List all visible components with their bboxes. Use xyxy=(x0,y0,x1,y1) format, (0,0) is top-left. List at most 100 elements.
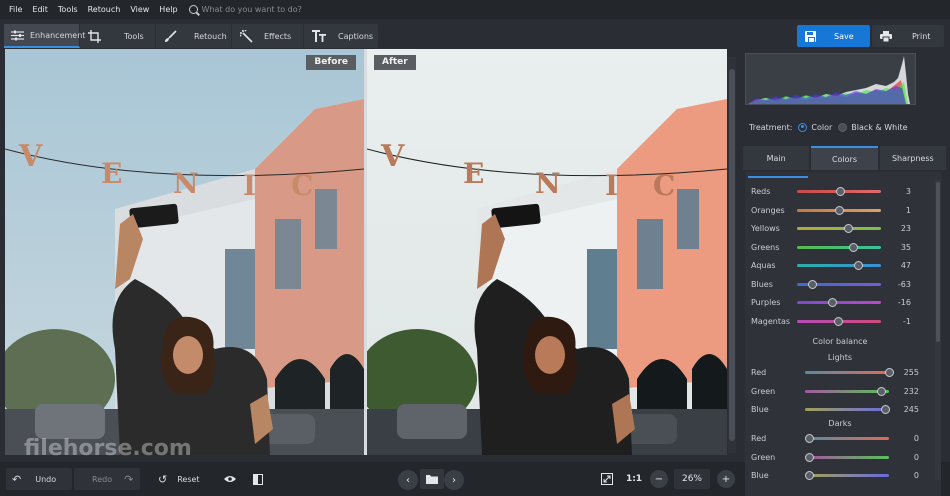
text-icon xyxy=(311,29,326,43)
photo-scrollbar[interactable] xyxy=(728,57,736,453)
zoom-out-button[interactable]: − xyxy=(650,470,668,488)
slider-track[interactable] xyxy=(805,370,889,374)
slider-knob[interactable] xyxy=(884,367,894,377)
slider-knob[interactable] xyxy=(804,470,814,480)
tab-effects[interactable]: Effects xyxy=(232,24,304,48)
slider-yellows: Yellows 23 xyxy=(751,221,911,235)
slider-knob[interactable] xyxy=(804,433,814,443)
search-input[interactable] xyxy=(201,5,362,14)
sign-letter-n: N xyxy=(535,167,561,200)
treatment-color-radio[interactable] xyxy=(798,122,808,132)
tab-tools-label: Tools xyxy=(124,31,144,41)
tab-captions[interactable]: Captions xyxy=(304,24,378,48)
slider-reds: Reds 3 xyxy=(751,184,911,198)
tab-enhancement[interactable]: Enhancement xyxy=(4,24,85,48)
slider-track[interactable] xyxy=(809,455,889,459)
menu-view[interactable]: View xyxy=(125,0,154,19)
menu-help[interactable]: Help xyxy=(154,0,182,19)
slider-label: Blue xyxy=(751,404,769,414)
tab-enhancement-label: Enhancement xyxy=(30,30,86,40)
slider-track[interactable] xyxy=(805,407,889,411)
slider-knob[interactable] xyxy=(808,279,818,289)
slider-knob[interactable] xyxy=(834,205,844,215)
slider-green: Green 0 xyxy=(751,450,919,464)
zoom-actual-size-button[interactable]: 1:1 xyxy=(623,469,645,489)
chevron-right-icon: › xyxy=(452,474,456,486)
treatment-color-label[interactable]: Color xyxy=(811,123,832,132)
menu-edit[interactable]: Edit xyxy=(27,0,53,19)
preview-button[interactable] xyxy=(220,468,240,490)
slider-value: 255 xyxy=(903,367,919,377)
sign-letter-i: I xyxy=(605,169,619,202)
tab-colors[interactable]: Colors xyxy=(811,146,878,170)
photo-scrollbar-thumb[interactable] xyxy=(729,69,735,441)
slider-oranges: Oranges 1 xyxy=(751,203,911,217)
tab-tools[interactable]: Tools xyxy=(80,24,156,48)
minus-icon: − xyxy=(654,473,664,485)
next-photo-button[interactable]: › xyxy=(444,470,464,490)
slider-track[interactable] xyxy=(797,300,881,304)
open-folder-button[interactable] xyxy=(420,469,444,489)
sign-letter-e: E xyxy=(463,157,485,190)
slider-blues: Blues -63 xyxy=(751,277,911,291)
slider-track[interactable] xyxy=(809,436,889,440)
redo-label: Redo xyxy=(92,474,113,484)
slider-value: -63 xyxy=(897,279,911,289)
redo-button[interactable]: Redo ↷ xyxy=(74,468,140,490)
slider-knob[interactable] xyxy=(835,186,845,196)
reset-label: Reset xyxy=(177,474,200,484)
slider-knob[interactable] xyxy=(844,223,854,233)
slider-knob[interactable] xyxy=(876,386,886,396)
zoom-level[interactable]: 26% xyxy=(674,469,710,489)
reset-button[interactable]: ↺ Reset xyxy=(152,468,210,490)
after-photo: V E N I C After xyxy=(367,49,727,455)
lights-label: Lights xyxy=(827,353,853,362)
previous-photo-button[interactable]: ‹ xyxy=(398,470,418,490)
fit-screen-icon xyxy=(601,473,613,485)
darks-label: Darks xyxy=(828,419,852,428)
menu-tools[interactable]: Tools xyxy=(53,0,83,19)
tab-sharpness[interactable]: Sharpness xyxy=(879,146,946,170)
slider-track[interactable] xyxy=(797,263,881,267)
save-button[interactable]: Save xyxy=(797,25,870,47)
treatment-bw-radio[interactable] xyxy=(838,122,848,132)
slider-knob[interactable] xyxy=(849,242,859,252)
slider-track[interactable] xyxy=(809,473,889,477)
fit-screen-button[interactable] xyxy=(597,469,617,489)
slider-knob[interactable] xyxy=(854,260,864,270)
slider-knob[interactable] xyxy=(881,404,891,414)
menu-file[interactable]: File xyxy=(4,0,27,19)
before-label: Before xyxy=(306,55,356,70)
tab-retouch[interactable]: Retouch xyxy=(156,24,232,48)
zoom-in-button[interactable]: + xyxy=(717,470,735,488)
panel-scrollbar-thumb[interactable] xyxy=(936,182,940,342)
slider-label: Purples xyxy=(751,297,781,307)
menu-retouch[interactable]: Retouch xyxy=(83,0,126,19)
sign-letter-v: V xyxy=(381,139,405,174)
tab-effects-label: Effects xyxy=(264,31,292,41)
slider-knob[interactable] xyxy=(804,452,814,462)
panel-tabs: Main Colors Sharpness xyxy=(743,146,946,170)
panel-scrollbar[interactable] xyxy=(935,180,941,480)
print-button[interactable]: Print xyxy=(872,25,944,47)
treatment-label: Treatment: xyxy=(749,122,793,132)
slider-label: Magentas xyxy=(751,316,791,326)
floppy-disk-icon xyxy=(805,30,816,43)
undo-button[interactable]: ↶ Undo xyxy=(6,468,72,490)
slider-red: Red 0 xyxy=(751,431,919,445)
slider-purples: Purples -16 xyxy=(751,295,911,309)
slider-track[interactable] xyxy=(797,226,881,230)
slider-knob[interactable] xyxy=(827,297,837,307)
compare-button[interactable] xyxy=(248,468,268,490)
treatment-bw-label[interactable]: Black & White xyxy=(851,123,907,132)
chevron-left-icon: ‹ xyxy=(406,474,410,486)
tab-captions-label: Captions xyxy=(338,31,374,41)
slider-track[interactable] xyxy=(797,245,881,249)
slider-knob[interactable] xyxy=(834,316,844,326)
photo-canvas[interactable]: V E N I C Before V E N I C After xyxy=(5,49,727,455)
sign-letter-e: E xyxy=(101,157,123,190)
slider-red: Red 255 xyxy=(751,365,919,379)
slider-label: Reds xyxy=(751,186,771,196)
tab-main[interactable]: Main xyxy=(743,146,810,170)
slider-value: 35 xyxy=(900,242,911,252)
